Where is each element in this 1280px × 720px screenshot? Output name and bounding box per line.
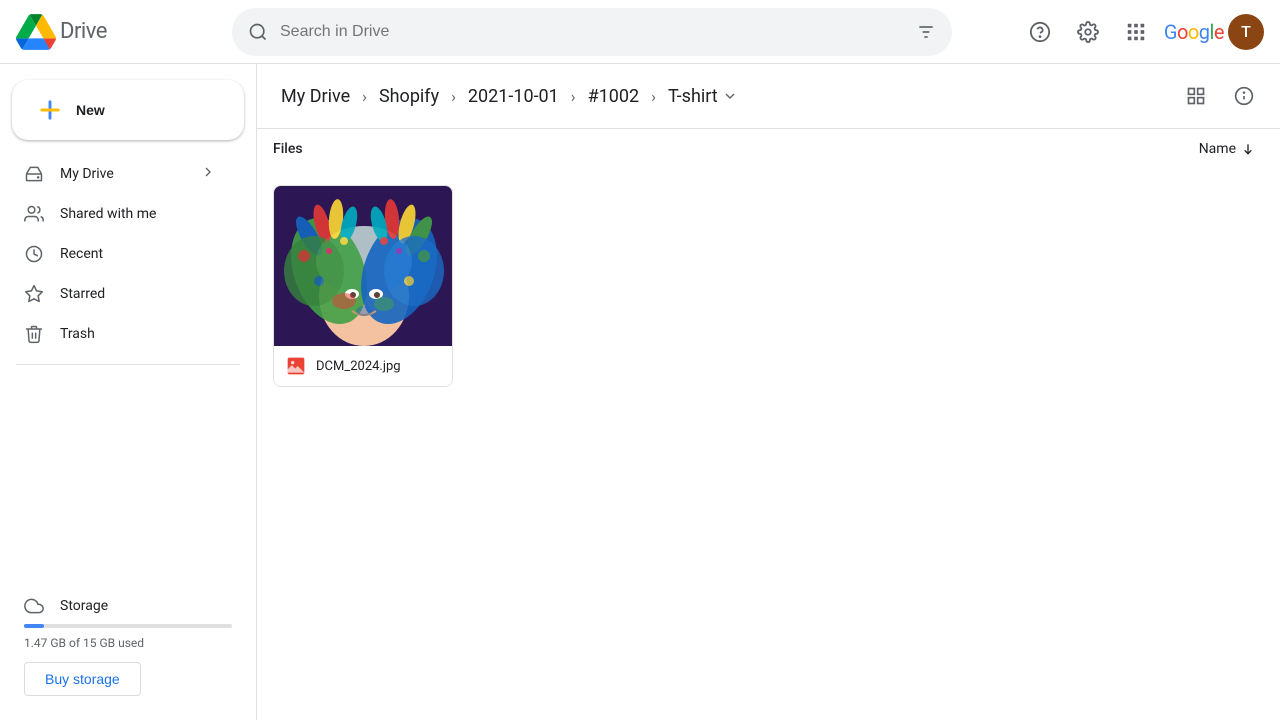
storage-bar-fill: [24, 624, 44, 628]
app-logo[interactable]: Drive: [16, 12, 216, 52]
sidebar-item-starred[interactable]: Starred: [0, 276, 240, 312]
header-actions: Google T: [1020, 12, 1264, 52]
breadcrumb-my-drive[interactable]: My Drive: [273, 82, 358, 111]
trash-icon: [24, 324, 44, 344]
breadcrumb-sep-1: ›: [362, 87, 367, 106]
expand-icon: [200, 164, 216, 184]
sort-label: Name: [1199, 141, 1236, 157]
people-icon: [24, 204, 44, 224]
info-icon: [1234, 86, 1254, 106]
sidebar-item-label: Shared with me: [60, 206, 156, 222]
cloud-icon: [24, 596, 44, 616]
main-content: New My Drive Shared wi: [0, 64, 1280, 720]
breadcrumb: My Drive › Shopify › 2021-10-01 › #1002 …: [273, 82, 746, 111]
plus-icon: [36, 96, 64, 124]
image-file-icon: [286, 356, 306, 376]
app-header: Drive: [0, 0, 1280, 64]
google-account-area: Google T: [1164, 14, 1264, 50]
app-name: Drive: [60, 19, 107, 44]
storage-bar-background: [24, 624, 232, 628]
files-section-label: Files: [273, 141, 303, 157]
storage-used-text: 1.47 GB of 15 GB used: [24, 636, 232, 650]
file-thumbnail-image: [274, 186, 452, 346]
sidebar-item-label: Starred: [60, 286, 105, 302]
breadcrumb-order[interactable]: #1002: [580, 82, 648, 111]
search-bar: [232, 8, 952, 56]
sidebar: New My Drive Shared wi: [0, 64, 256, 720]
breadcrumb-date[interactable]: 2021-10-01: [460, 82, 567, 111]
sort-control[interactable]: Name: [1191, 137, 1264, 161]
sidebar-item-label: Trash: [60, 326, 95, 342]
content-area: My Drive › Shopify › 2021-10-01 › #1002 …: [256, 64, 1280, 720]
google-wordmark: Google: [1164, 20, 1224, 44]
settings-button[interactable]: [1068, 12, 1108, 52]
sidebar-item-shared[interactable]: Shared with me: [0, 196, 240, 232]
sidebar-item-recent[interactable]: Recent: [0, 236, 240, 272]
new-button-label: New: [76, 102, 105, 118]
sidebar-item-label: My Drive: [60, 166, 114, 182]
file-card[interactable]: DCM_2024.jpg: [273, 185, 453, 387]
breadcrumb-shopify[interactable]: Shopify: [371, 82, 447, 111]
breadcrumb-sep-2: ›: [451, 87, 456, 106]
search-filter-icon[interactable]: [916, 22, 936, 42]
file-thumbnail: [274, 186, 452, 346]
apps-button[interactable]: [1116, 12, 1156, 52]
breadcrumb-bar: My Drive › Shopify › 2021-10-01 › #1002 …: [257, 64, 1280, 129]
breadcrumb-sep-4: ›: [651, 87, 656, 106]
user-avatar[interactable]: T: [1228, 14, 1264, 50]
files-grid: DCM_2024.jpg: [257, 169, 1280, 720]
file-info: DCM_2024.jpg: [274, 346, 452, 386]
drive-logo-icon: [16, 12, 56, 52]
search-icon[interactable]: [248, 22, 268, 42]
breadcrumb-sep-3: ›: [571, 87, 576, 106]
search-input[interactable]: [280, 23, 904, 41]
breadcrumb-tshirt[interactable]: T-shirt: [660, 82, 746, 111]
storage-label: Storage: [60, 598, 108, 614]
grid-view-icon: [1186, 86, 1206, 106]
storage-section: Storage 1.47 GB of 15 GB used Buy storag…: [0, 584, 256, 708]
buy-storage-button[interactable]: Buy storage: [24, 662, 141, 696]
sidebar-divider: [16, 364, 240, 365]
info-button[interactable]: [1224, 76, 1264, 116]
storage-icon-row: Storage: [24, 596, 232, 616]
new-button[interactable]: New: [12, 80, 244, 140]
file-name: DCM_2024.jpg: [316, 359, 401, 374]
sidebar-item-label: Recent: [60, 246, 103, 262]
sidebar-item-my-drive[interactable]: My Drive: [0, 156, 240, 192]
star-icon: [24, 284, 44, 304]
clock-icon: [24, 244, 44, 264]
help-button[interactable]: [1020, 12, 1060, 52]
breadcrumb-dropdown-icon: [722, 88, 738, 104]
view-toggle-button[interactable]: [1176, 76, 1216, 116]
files-header: Files Name: [257, 129, 1280, 169]
breadcrumb-actions: [1176, 76, 1264, 116]
sort-arrow-icon: [1240, 141, 1256, 157]
drive-nav-icon: [24, 164, 44, 184]
sidebar-item-trash[interactable]: Trash: [0, 316, 240, 352]
